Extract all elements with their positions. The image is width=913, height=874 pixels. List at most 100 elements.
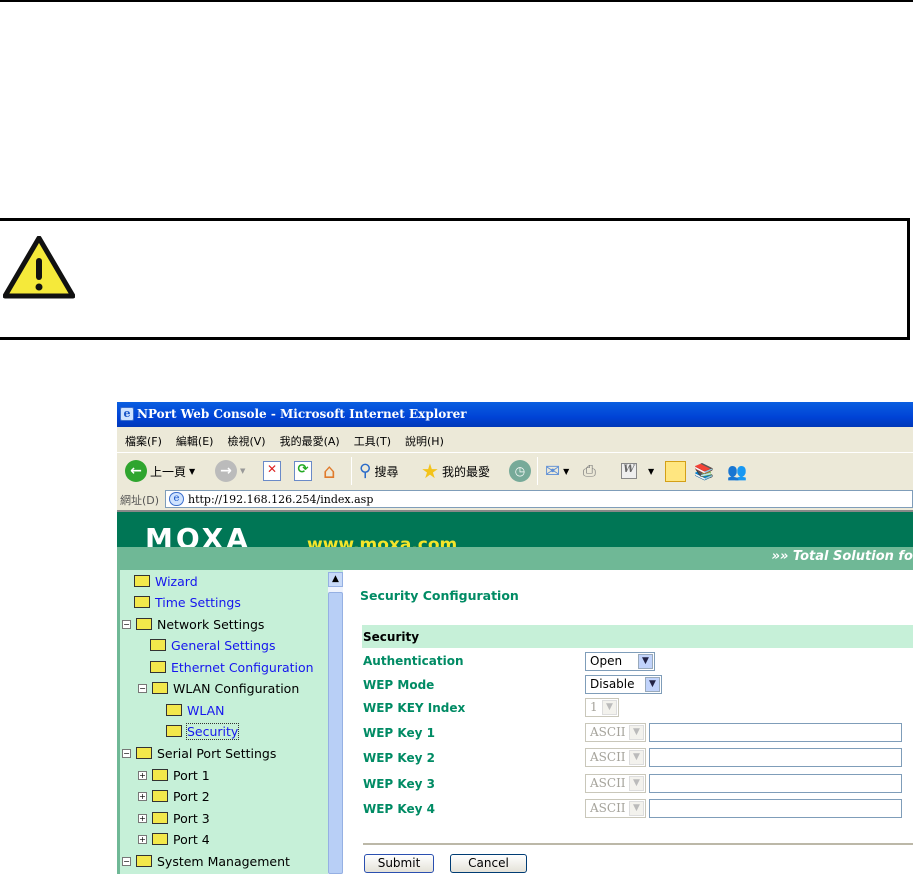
wep-key-3-format-select[interactable]: ASCII ▼ xyxy=(585,774,646,793)
select-value: ASCII xyxy=(590,725,626,739)
menu-help[interactable]: 說明(H) xyxy=(405,435,444,448)
ie-icon: e xyxy=(120,407,134,421)
select-value: Disable xyxy=(590,677,635,691)
home-button[interactable]: ⌂ xyxy=(323,459,336,483)
edit-word-button[interactable]: W ▼ xyxy=(621,459,654,483)
refresh-button[interactable]: ⟳ xyxy=(294,459,312,483)
collapse-icon[interactable]: − xyxy=(122,856,131,866)
divider xyxy=(363,843,913,845)
history-icon: ◷ xyxy=(509,460,531,482)
printer-icon: ⎙ xyxy=(583,461,596,480)
tree-item-wlan-configuration[interactable]: − WLAN Configuration xyxy=(138,679,299,697)
page-icon: e xyxy=(169,492,184,506)
wep-key-3-input[interactable] xyxy=(649,774,902,793)
mail-button[interactable]: ✉ ▼ xyxy=(545,459,569,483)
tree-label: Serial Port Settings xyxy=(157,745,277,761)
wep-key-1-format-select[interactable]: ASCII ▼ xyxy=(585,723,646,742)
tree-label: Port 1 xyxy=(173,767,210,783)
wep-key-2-format-select[interactable]: ASCII ▼ xyxy=(585,748,646,767)
moxa-header: MOXA www.moxa.com xyxy=(117,510,913,555)
tree-item-system-management[interactable]: − System Management xyxy=(122,852,290,870)
wep-key-index-label: WEP KEY Index xyxy=(363,701,466,715)
tree-item-port-1[interactable]: + Port 1 xyxy=(138,766,210,784)
stop-button[interactable]: ✕ xyxy=(263,459,281,483)
tree-label: Port 2 xyxy=(173,788,210,804)
tree-item-network-settings[interactable]: − Network Settings xyxy=(122,615,264,633)
tree-item-port-2[interactable]: + Port 2 xyxy=(138,787,210,805)
browser-window: e NPort Web Console - Microsoft Internet… xyxy=(117,402,913,874)
toolbar-separator xyxy=(537,457,538,485)
print-button[interactable]: ⎙ xyxy=(583,459,596,483)
tree-item-wlan[interactable]: WLAN xyxy=(166,701,225,719)
expand-icon[interactable]: + xyxy=(138,834,147,844)
select-value: ASCII xyxy=(590,750,626,764)
folder-icon xyxy=(134,596,150,608)
address-bar: 網址(D) e http://192.168.126.254/index.asp xyxy=(117,488,913,510)
authentication-label: Authentication xyxy=(363,654,464,668)
expand-icon[interactable]: + xyxy=(138,813,147,823)
expand-icon[interactable]: + xyxy=(138,770,147,780)
wep-key-4-format-select[interactable]: ASCII ▼ xyxy=(585,799,646,818)
expand-icon[interactable]: + xyxy=(138,791,147,801)
notes-button[interactable] xyxy=(665,459,686,483)
scrollbar-thumb[interactable] xyxy=(328,592,343,874)
collapse-icon[interactable]: − xyxy=(122,619,131,629)
tree-item-port-4[interactable]: + Port 4 xyxy=(138,830,210,848)
sidebar-tree: Wizard Time Settings − Network Settings G… xyxy=(117,570,343,874)
forward-button[interactable]: → ▼ xyxy=(215,459,245,483)
menu-file[interactable]: 檔案(F) xyxy=(125,435,162,448)
tree-item-serial-port-settings[interactable]: − Serial Port Settings xyxy=(122,744,276,762)
tree-item-security[interactable]: Security xyxy=(166,722,240,740)
address-value: http://192.168.126.254/index.asp xyxy=(188,493,374,506)
tree-item-port-3[interactable]: + Port 3 xyxy=(138,809,210,827)
tree-label: Security xyxy=(185,722,240,740)
wep-key-1-input[interactable] xyxy=(649,723,902,742)
search-button[interactable]: ⚲ 搜尋 xyxy=(359,459,398,483)
history-button[interactable]: ◷ xyxy=(509,459,531,483)
tree-label: WLAN Configuration xyxy=(173,680,300,696)
folder-icon xyxy=(166,704,182,716)
wep-key-2-input[interactable] xyxy=(649,748,902,767)
page-title: Security Configuration xyxy=(360,588,519,603)
back-button[interactable]: ← 上一頁 ▼ xyxy=(125,459,195,483)
tagline: Total Solution fo xyxy=(792,549,913,564)
select-value: ASCII xyxy=(590,776,626,790)
back-arrow-icon: ← xyxy=(125,460,147,482)
submit-button[interactable]: Submit xyxy=(364,854,434,873)
open-folder-icon xyxy=(136,747,152,759)
folder-icon xyxy=(152,769,168,781)
cancel-button[interactable]: Cancel xyxy=(450,854,527,873)
select-value: 1 xyxy=(590,700,598,714)
warning-icon xyxy=(3,236,75,299)
favorites-button[interactable]: ★ 我的最愛 xyxy=(421,459,490,483)
tree-item-general-settings[interactable]: General Settings xyxy=(150,636,276,654)
wep-key-index-select[interactable]: 1 ▼ xyxy=(585,698,619,717)
tree-label: Ethernet Configuration xyxy=(171,659,314,675)
menu-edit[interactable]: 編輯(E) xyxy=(176,435,214,448)
tree-item-ethernet-configuration[interactable]: Ethernet Configuration xyxy=(150,658,314,676)
chevron-down-icon: ▼ xyxy=(602,700,617,715)
collapse-icon[interactable]: − xyxy=(138,683,147,693)
chevron-down-icon: ▼ xyxy=(629,725,644,740)
tree-item-wizard[interactable]: Wizard xyxy=(134,572,198,590)
wep-mode-select[interactable]: Disable ▼ xyxy=(585,675,662,694)
wep-key-4-label: WEP Key 4 xyxy=(363,802,435,816)
search-label: 搜尋 xyxy=(374,464,399,479)
collapse-icon[interactable]: − xyxy=(122,748,131,758)
address-input[interactable]: e http://192.168.126.254/index.asp xyxy=(165,490,913,508)
chevron-down-icon: ▼ xyxy=(645,677,660,692)
content-pane: Security Configuration Security Authenti… xyxy=(345,570,913,874)
menu-favorites[interactable]: 我的最愛(A) xyxy=(280,435,340,448)
wep-key-4-input[interactable] xyxy=(649,799,902,818)
folder-icon xyxy=(152,833,168,845)
menu-tools[interactable]: 工具(T) xyxy=(354,435,391,448)
tree-item-time-settings[interactable]: Time Settings xyxy=(134,593,241,611)
menu-view[interactable]: 檢視(V) xyxy=(227,435,265,448)
tree-label: Port 3 xyxy=(173,810,210,826)
tree-label: Network Settings xyxy=(157,616,265,632)
scroll-up-icon[interactable]: ▲ xyxy=(328,572,343,587)
authentication-select[interactable]: Open ▼ xyxy=(585,652,655,671)
select-value: Open xyxy=(590,654,623,668)
research-button[interactable]: 📚 xyxy=(694,459,714,483)
messenger-button[interactable]: 👥 xyxy=(727,459,747,483)
